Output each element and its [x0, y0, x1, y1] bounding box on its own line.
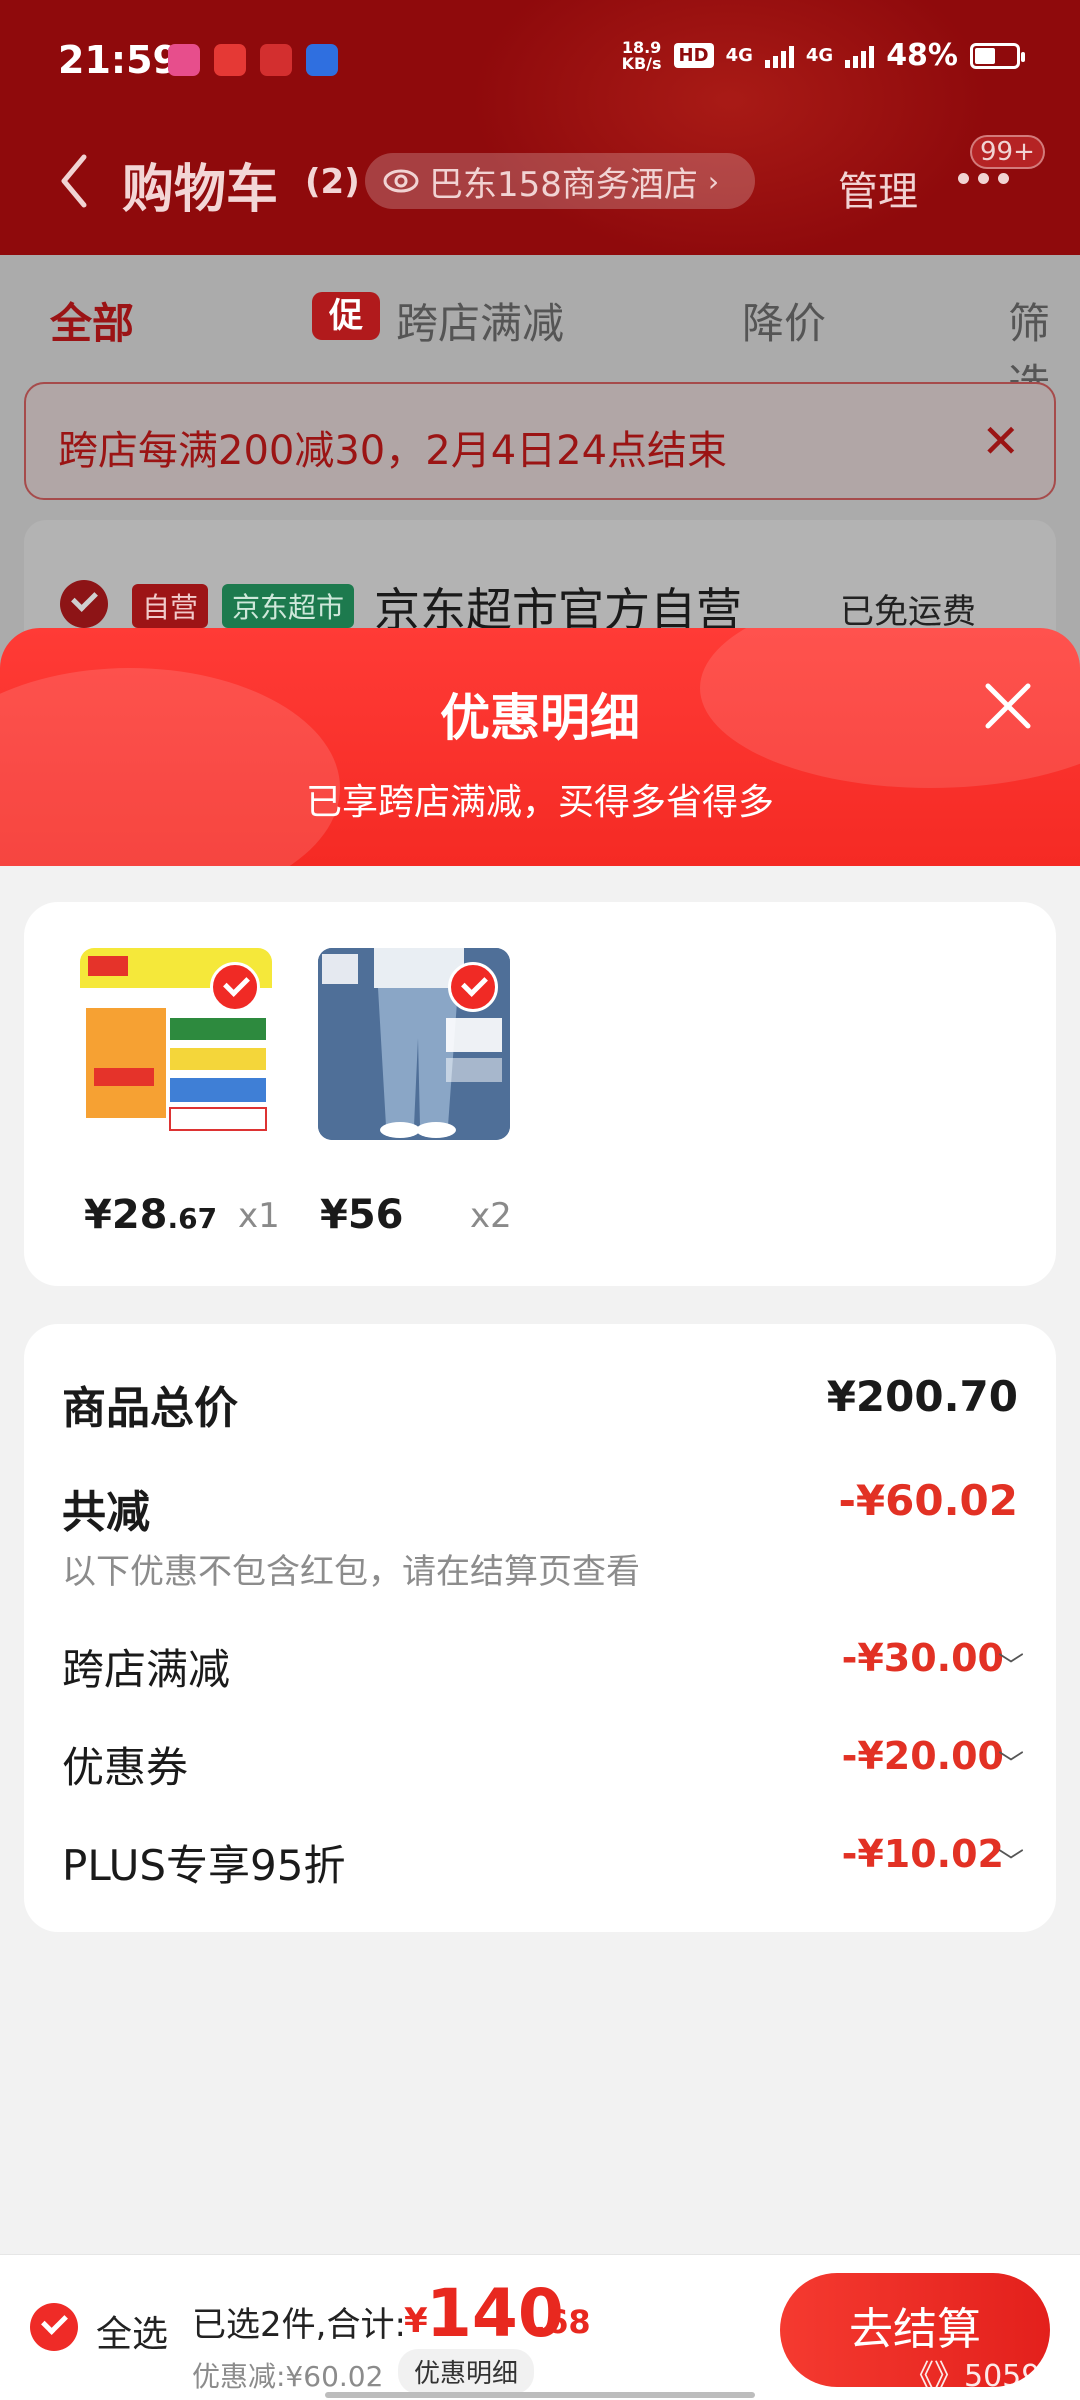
back-arrow-icon[interactable]: [58, 153, 88, 209]
close-icon[interactable]: [980, 678, 1036, 734]
network-speed-unit: KB/s: [621, 53, 662, 73]
price-decimal: .67: [167, 1202, 218, 1235]
checkbox-checked-icon[interactable]: [60, 580, 108, 628]
battery-percent: 48%: [886, 38, 958, 73]
discount-label: PLUS专享95折: [62, 1841, 346, 1890]
notification-icons: [168, 44, 338, 76]
status-right: 18.9 KB/s HD 4G 4G 48%: [621, 38, 1025, 73]
shipping-status: 已免运费: [840, 592, 976, 632]
product-price: ¥28.67: [84, 1192, 217, 1238]
product-price: ¥56: [320, 1192, 404, 1238]
product-quantity: x2: [470, 1196, 512, 1236]
total-decimal: .68: [534, 2303, 591, 2341]
selected-check-icon: [448, 962, 498, 1012]
manage-button[interactable]: 管理: [838, 159, 918, 217]
location-selector[interactable]: 巴东158商务酒店 ›: [365, 153, 755, 209]
promo-icon: 促: [312, 292, 380, 340]
tab-price-drop[interactable]: 降价: [742, 290, 826, 351]
network-type-2: 4G: [805, 45, 834, 66]
tab-all[interactable]: 全部: [50, 290, 134, 351]
discount-summary: 优惠减:¥60.02: [192, 2360, 384, 2393]
discount-value: -¥10.02: [841, 1832, 1004, 1876]
eye-icon: [383, 169, 419, 193]
signal-icon: [764, 44, 794, 68]
total-label: 商品总价: [62, 1383, 238, 1434]
page-title: 购物车: [122, 160, 279, 220]
discount-value: -¥30.00: [841, 1636, 1004, 1680]
battery-icon: [970, 42, 1025, 69]
selected-count: 已选2件,合计:: [192, 2305, 406, 2345]
message-badge: 99+: [970, 135, 1045, 169]
product-card: ¥28.67 x1 ¥56 x2: [24, 902, 1056, 1286]
select-all-label[interactable]: 全选: [96, 2305, 168, 2357]
chevron-down-icon: ﹀: [997, 1750, 1024, 1780]
checkout-bar: 全选 已选2件,合计: ¥ 140 .68 优惠减:¥60.02 优惠明细 去结…: [0, 2254, 1080, 2400]
home-indicator[interactable]: [325, 2392, 755, 2398]
app-notification-icon: [214, 44, 246, 76]
product-image[interactable]: [318, 948, 510, 1140]
reduce-value: -¥60.02: [838, 1476, 1018, 1525]
notice-text: 跨店每满200减30，2月4日24点结束: [58, 428, 728, 474]
self-operated-badge: 自营: [132, 584, 209, 628]
signal-icon: [845, 44, 875, 68]
currency-symbol: ¥: [404, 2301, 428, 2341]
price-summary-card: 商品总价 ¥200.70 共减 -¥60.02 以下优惠不包含红包，请在结算页查…: [24, 1324, 1056, 1932]
status-bar: 21:59 18.9 KB/s HD 4G 4G 48%: [0, 0, 1080, 120]
filter-tabs: 全部 促 跨店满减 降价 筛选: [0, 280, 1080, 409]
discount-value: -¥20.00: [841, 1734, 1004, 1778]
hd-icon: HD: [673, 43, 714, 68]
price-integer: ¥56: [320, 1192, 404, 1238]
navigation-bar: 购物车 (2) 巴东158商务酒店 › 管理 99+: [0, 135, 1080, 235]
promo-notice: 跨店每满200减30，2月4日24点结束 ✕: [24, 382, 1056, 500]
close-icon[interactable]: ✕: [981, 414, 1020, 468]
total-value: ¥200.70: [826, 1372, 1018, 1421]
market-badge: 京东超市: [222, 584, 355, 628]
product-image[interactable]: [80, 948, 272, 1140]
cart-count: (2): [305, 162, 360, 202]
discount-label: 优惠券: [62, 1743, 189, 1792]
sheet-title: 优惠明细: [440, 689, 640, 747]
tab-cross-store[interactable]: 跨店满减: [396, 290, 564, 351]
chevron-down-icon: ﹀: [997, 1652, 1024, 1682]
price-integer: ¥28: [84, 1192, 168, 1238]
watermark: 《》5059: [904, 2359, 1041, 2394]
more-menu-icon[interactable]: [958, 173, 1009, 184]
reduce-label: 共减: [62, 1487, 150, 1538]
discount-note: 以下优惠不包含红包，请在结算页查看: [62, 1552, 640, 1592]
network-type-1: 4G: [725, 45, 753, 66]
selected-check-icon: [210, 962, 260, 1012]
app-notification-icon: [168, 44, 200, 76]
discount-label: 跨店满减: [62, 1645, 231, 1694]
discount-detail-button[interactable]: 优惠明细: [398, 2349, 535, 2394]
location-text: 巴东158商务酒店: [429, 164, 698, 205]
select-all-checkbox[interactable]: [30, 2303, 78, 2351]
product-quantity: x1: [238, 1196, 280, 1236]
sheet-subtitle: 已享跨店满减，买得多省得多: [305, 782, 774, 823]
baidu-notification-icon: [306, 44, 338, 76]
chevron-right-icon: ›: [707, 164, 720, 198]
status-time: 21:59: [58, 38, 179, 82]
sheet-header: 优惠明细 已享跨店满减，买得多省得多: [0, 628, 1080, 866]
app-notification-icon: [260, 44, 292, 76]
chevron-down-icon: ﹀: [997, 1848, 1024, 1878]
network-speed: 18.9 KB/s: [621, 39, 662, 73]
top-header: 21:59 18.9 KB/s HD 4G 4G 48% 购物车 (2) 巴东1…: [0, 0, 1080, 255]
